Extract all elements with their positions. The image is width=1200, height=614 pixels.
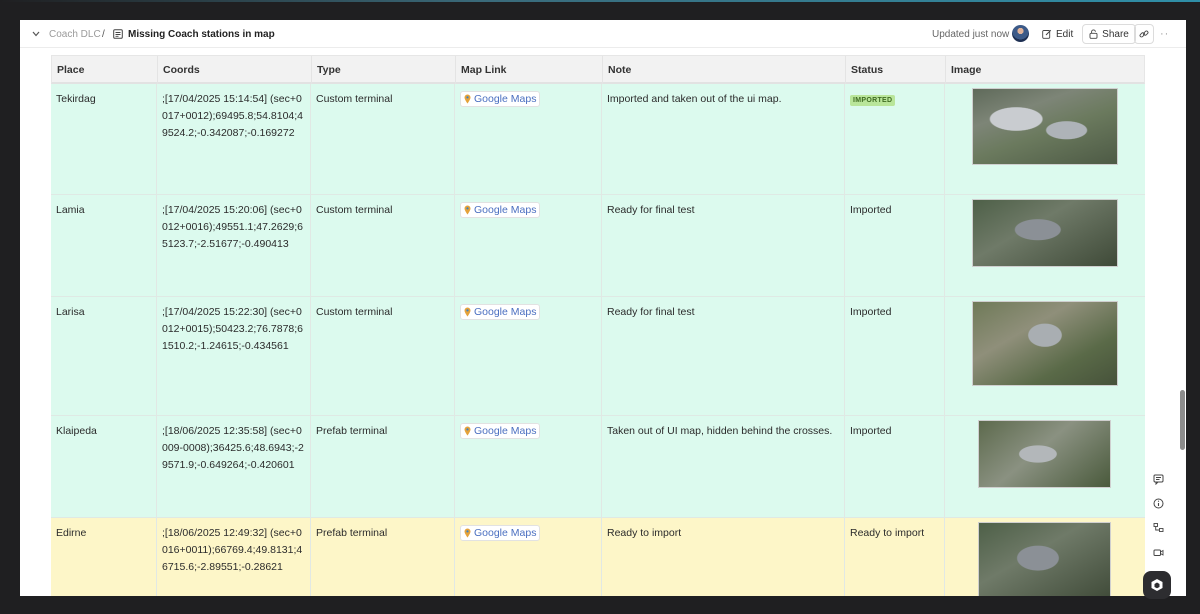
top-bar: Coach DLC / Missing Coach stations in ma…	[20, 20, 1186, 48]
cell-place[interactable]: Edirne	[51, 518, 157, 596]
avatar[interactable]	[1012, 25, 1029, 42]
cell-type[interactable]: Custom terminal	[311, 297, 455, 415]
cell-coords[interactable]: ;[17/04/2025 15:22:30] (sec+0012+0015);5…	[157, 297, 311, 415]
edit-button[interactable]: Edit	[1042, 20, 1073, 48]
column-header-image[interactable]: Image	[946, 56, 1146, 84]
cell-image[interactable]	[945, 416, 1145, 517]
google-maps-link[interactable]: Google Maps	[460, 525, 541, 541]
info-icon[interactable]	[1150, 495, 1166, 511]
cell-map-link: Google Maps	[455, 84, 602, 194]
cell-note[interactable]: Taken out of UI map, hidden behind the c…	[602, 416, 845, 517]
table-row[interactable]: Edirne ;[18/06/2025 12:49:32] (sec+0016+…	[51, 518, 1145, 596]
app-logo-icon[interactable]	[1143, 571, 1171, 599]
edit-label: Edit	[1056, 28, 1074, 40]
vertical-scrollbar[interactable]	[1180, 390, 1185, 450]
updated-status: Updated just now	[932, 28, 1010, 40]
cell-note[interactable]: Ready for final test	[602, 195, 845, 296]
cell-place[interactable]: Klaipeda	[51, 416, 157, 517]
cell-status[interactable]: Ready to import	[845, 518, 945, 596]
cell-place[interactable]: Tekirdag	[51, 84, 157, 194]
column-header-type[interactable]: Type	[312, 56, 456, 84]
chevron-down-icon[interactable]	[30, 20, 42, 48]
cell-map-link: Google Maps	[455, 416, 602, 517]
cell-type[interactable]: Prefab terminal	[311, 518, 455, 596]
cell-map-link: Google Maps	[455, 297, 602, 415]
cell-coords[interactable]: ;[17/04/2025 15:20:06] (sec+0012+0016);4…	[157, 195, 311, 296]
google-maps-link[interactable]: Google Maps	[460, 91, 541, 107]
page-title: Missing Coach stations in map	[128, 28, 275, 40]
column-header-coords[interactable]: Coords	[158, 56, 312, 84]
copy-link-button[interactable]	[1134, 24, 1154, 44]
status-badge: IMPORTED	[850, 95, 896, 106]
breadcrumb-separator: /	[102, 28, 105, 40]
map-link-label: Google Maps	[474, 204, 537, 216]
map-link-label: Google Maps	[474, 425, 537, 437]
cell-status[interactable]: Imported	[845, 416, 945, 517]
map-pin-icon	[464, 528, 471, 538]
document-window: Coach DLC / Missing Coach stations in ma…	[20, 20, 1186, 596]
cell-note[interactable]: Imported and taken out of the ui map.	[602, 84, 845, 194]
cell-status[interactable]: Imported	[845, 297, 945, 415]
cell-note[interactable]: Ready to import	[602, 518, 845, 596]
terminal-image[interactable]	[972, 199, 1118, 267]
breadcrumb-parent[interactable]: Coach DLC	[49, 20, 101, 48]
lock-icon	[1089, 29, 1098, 39]
cell-image[interactable]	[945, 297, 1145, 415]
share-label: Share	[1102, 28, 1129, 40]
cell-type[interactable]: Prefab terminal	[311, 416, 455, 517]
column-header-place[interactable]: Place	[52, 56, 158, 84]
cell-coords[interactable]: ;[17/04/2025 15:14:54] (sec+0017+0012);6…	[157, 84, 311, 194]
map-pin-icon	[464, 426, 471, 436]
cell-map-link: Google Maps	[455, 518, 602, 596]
table-row[interactable]: Larisa ;[17/04/2025 15:22:30] (sec+0012+…	[51, 297, 1145, 416]
table-header: Place Coords Type Map Link Note Status I…	[51, 55, 1145, 84]
column-header-note[interactable]: Note	[603, 56, 846, 84]
cell-type[interactable]: Custom terminal	[311, 195, 455, 296]
cell-place[interactable]: Larisa	[51, 297, 157, 415]
map-pin-icon	[464, 205, 471, 215]
google-maps-link[interactable]: Google Maps	[460, 304, 541, 320]
cell-map-link: Google Maps	[455, 195, 602, 296]
table-row[interactable]: Tekirdag ;[17/04/2025 15:14:54] (sec+001…	[51, 84, 1145, 195]
cell-status[interactable]: IMPORTED	[845, 84, 945, 194]
map-pin-icon	[464, 94, 471, 104]
cell-note[interactable]: Ready for final test	[602, 297, 845, 415]
map-link-label: Google Maps	[474, 527, 537, 539]
cell-image[interactable]	[945, 195, 1145, 296]
map-link-label: Google Maps	[474, 93, 537, 105]
column-header-map-link[interactable]: Map Link	[456, 56, 603, 84]
terminal-image[interactable]	[972, 301, 1118, 386]
google-maps-link[interactable]: Google Maps	[460, 423, 541, 439]
column-header-status[interactable]: Status	[846, 56, 946, 84]
cell-coords[interactable]: ;[18/06/2025 12:49:32] (sec+0016+0011);6…	[157, 518, 311, 596]
table-row[interactable]: Klaipeda ;[18/06/2025 12:35:58] (sec+000…	[51, 416, 1145, 518]
google-maps-link[interactable]: Google Maps	[460, 202, 541, 218]
cell-type[interactable]: Custom terminal	[311, 84, 455, 194]
cell-status[interactable]: Imported	[845, 195, 945, 296]
link-icon	[1139, 30, 1149, 38]
more-icon[interactable]: ··	[1160, 20, 1169, 48]
hierarchy-icon[interactable]	[1150, 519, 1166, 535]
comment-icon[interactable]	[1150, 471, 1166, 487]
cell-image[interactable]	[945, 84, 1145, 194]
video-icon[interactable]	[1150, 544, 1166, 560]
table-row[interactable]: Lamia ;[17/04/2025 15:20:06] (sec+0012+0…	[51, 195, 1145, 297]
cell-place[interactable]: Lamia	[51, 195, 157, 296]
edit-icon	[1042, 29, 1052, 39]
cell-image[interactable]	[945, 518, 1145, 596]
page-icon	[113, 20, 124, 48]
terminal-image[interactable]	[978, 420, 1111, 488]
share-button[interactable]: Share	[1082, 24, 1136, 44]
map-pin-icon	[464, 307, 471, 317]
cell-coords[interactable]: ;[18/06/2025 12:35:58] (sec+0009-0008);3…	[157, 416, 311, 517]
top-accent-line	[0, 0, 1200, 2]
terminal-image[interactable]	[972, 88, 1118, 165]
map-link-label: Google Maps	[474, 306, 537, 318]
terminal-image[interactable]	[978, 522, 1111, 596]
